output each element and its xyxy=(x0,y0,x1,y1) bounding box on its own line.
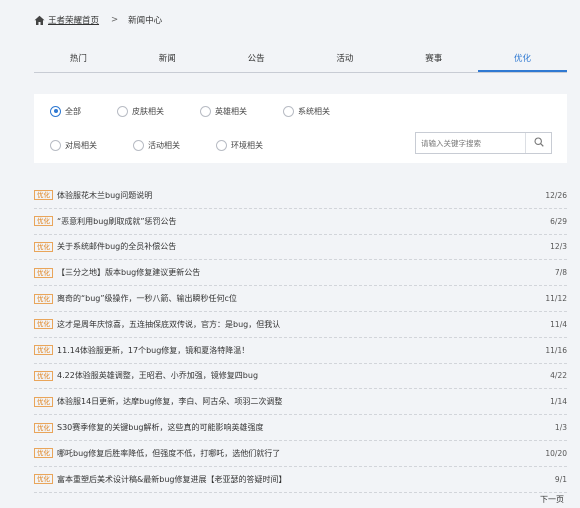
tab-announcement[interactable]: 公告 xyxy=(212,47,301,72)
news-item[interactable]: 优化 体验服花木兰bug问题说明 12/26 xyxy=(34,183,567,209)
filter-system-radio[interactable]: 系统相关 xyxy=(283,104,330,118)
filter-row: 对局相关 活动相关 环境相关 xyxy=(50,138,263,152)
news-item[interactable]: 优化 富本重塑后美术设计稿&最新bug修复进展【老亚瑟的答疑时间】 9/1 xyxy=(34,467,567,493)
radio-circle[interactable] xyxy=(50,105,61,117)
category-badge: 优化 xyxy=(34,370,53,381)
radio-circle[interactable] xyxy=(200,105,211,117)
filter-environment-radio[interactable]: 环境相关 xyxy=(216,138,263,152)
filter-panel: 全部 皮肤相关 英雄相关 系统相关 对局相关 活动相关 环境相关 xyxy=(34,94,567,163)
news-title[interactable]: 离奇的“bug”级操作，一秒八箭、输出瞬秒任何c位 xyxy=(57,293,545,304)
home-icon[interactable] xyxy=(34,15,45,26)
radio-circle[interactable] xyxy=(283,105,294,117)
news-title[interactable]: 11.14体验服更新，17个bug修复，镜和夏洛特降温！ xyxy=(57,345,545,356)
radio-circle[interactable] xyxy=(117,105,128,117)
news-title[interactable]: 【三分之地】版本bug修复建议更新公告 xyxy=(57,267,555,278)
news-item[interactable]: 优化 “恶意利用bug刷取成就”惩罚公告 6/29 xyxy=(34,209,567,235)
filter-skin-radio[interactable]: 皮肤相关 xyxy=(117,104,200,118)
search-button[interactable] xyxy=(525,133,551,153)
news-date: 10/20 xyxy=(545,448,567,458)
category-badge: 优化 xyxy=(34,216,53,227)
radio-label: 活动相关 xyxy=(148,140,180,150)
breadcrumb-current: 新闻中心 xyxy=(128,16,163,26)
category-badge: 优化 xyxy=(34,345,53,356)
tab-events[interactable]: 活动 xyxy=(300,47,389,72)
news-item[interactable]: 优化 关于系统邮件bug的全员补偿公告 12/3 xyxy=(34,235,567,261)
news-title[interactable]: 哪吒bug修复后胜率降低，但强度不低，打哪吒，选他们就行了 xyxy=(57,448,545,459)
news-date: 11/4 xyxy=(550,319,567,329)
news-date: 11/16 xyxy=(545,345,567,355)
category-badge: 优化 xyxy=(34,319,53,330)
news-title[interactable]: S30赛季修复的关键bug解析，这些真的可能影响英雄强度 xyxy=(57,422,555,433)
news-item[interactable]: 优化 体验服14日更新，达摩bug修复，李白、阿古朵、项羽二次调整 1/14 xyxy=(34,389,567,416)
news-date: 12/26 xyxy=(545,190,567,200)
radio-circle[interactable] xyxy=(216,139,227,151)
category-tabs: 热门 新闻 公告 活动 赛事 优化 xyxy=(34,47,567,73)
filter-row: 全部 皮肤相关 英雄相关 系统相关 xyxy=(50,104,330,118)
breadcrumb-separator: > xyxy=(111,15,119,25)
news-item[interactable]: 优化 这才是周年庆惊喜，五连抽保底双传说，官方：是bug，但我认 11/4 xyxy=(34,312,567,338)
radio-label: 环境相关 xyxy=(231,140,263,150)
news-date: 11/12 xyxy=(545,294,567,304)
filter-match-radio[interactable]: 对局相关 xyxy=(50,138,133,152)
category-badge: 优化 xyxy=(34,396,53,407)
tab-hot[interactable]: 热门 xyxy=(34,47,123,72)
news-title[interactable]: 关于系统邮件bug的全员补偿公告 xyxy=(57,241,550,252)
news-item[interactable]: 优化 哪吒bug修复后胜率降低，但强度不低，打哪吒，选他们就行了 10/20 xyxy=(34,441,567,467)
category-badge: 优化 xyxy=(34,474,53,485)
tab-tournament[interactable]: 赛事 xyxy=(389,47,478,72)
radio-label: 英雄相关 xyxy=(215,106,247,116)
category-badge: 优化 xyxy=(34,448,53,459)
news-date: 1/14 xyxy=(550,397,567,407)
news-date: 7/8 xyxy=(554,268,567,278)
category-badge: 优化 xyxy=(34,422,53,433)
search-input[interactable] xyxy=(416,133,526,153)
news-item[interactable]: 优化 4.22体验服英雄调整，王昭君、小乔加强，镜修复四bug 4/22 xyxy=(34,364,567,390)
tab-news[interactable]: 新闻 xyxy=(123,47,212,72)
news-title[interactable]: “恶意利用bug刷取成就”惩罚公告 xyxy=(57,216,550,227)
search-icon[interactable] xyxy=(534,137,544,149)
tab-optimization[interactable]: 优化 xyxy=(478,47,567,72)
news-title[interactable]: 体验服花木兰bug问题说明 xyxy=(57,190,545,201)
search-box xyxy=(415,132,552,154)
radio-circle[interactable] xyxy=(50,139,61,151)
radio-label: 对局相关 xyxy=(65,140,97,150)
news-list: 优化 体验服花木兰bug问题说明 12/26 优化 “恶意利用bug刷取成就”惩… xyxy=(34,183,567,493)
next-page-button[interactable]: 下一页 xyxy=(540,494,564,505)
news-title[interactable]: 富本重塑后美术设计稿&最新bug修复进展【老亚瑟的答疑时间】 xyxy=(57,474,555,485)
category-badge: 优化 xyxy=(34,267,53,278)
news-title[interactable]: 4.22体验服英雄调整，王昭君、小乔加强，镜修复四bug xyxy=(57,370,550,381)
news-item[interactable]: 优化 【三分之地】版本bug修复建议更新公告 7/8 xyxy=(34,260,567,287)
radio-label: 皮肤相关 xyxy=(132,106,164,116)
news-date: 6/29 xyxy=(550,216,567,226)
filter-all-radio[interactable]: 全部 xyxy=(50,104,117,118)
news-date: 4/22 xyxy=(550,371,567,381)
radio-label: 全部 xyxy=(65,106,81,116)
filter-hero-radio[interactable]: 英雄相关 xyxy=(200,104,283,118)
filter-activity-radio[interactable]: 活动相关 xyxy=(133,138,216,152)
category-badge: 优化 xyxy=(34,293,53,304)
news-item[interactable]: 优化 11.14体验服更新，17个bug修复，镜和夏洛特降温！ 11/16 xyxy=(34,338,567,364)
category-badge: 优化 xyxy=(34,241,53,252)
news-title[interactable]: 体验服14日更新，达摩bug修复，李白、阿古朵、项羽二次调整 xyxy=(57,396,550,407)
news-date: 12/3 xyxy=(550,242,567,252)
news-date: 1/3 xyxy=(554,423,567,433)
category-badge: 优化 xyxy=(34,190,53,201)
breadcrumb: 王者荣耀首页 > 新闻中心 xyxy=(34,13,162,27)
news-item[interactable]: 优化 离奇的“bug”级操作，一秒八箭、输出瞬秒任何c位 11/12 xyxy=(34,286,567,312)
news-date: 9/1 xyxy=(554,474,567,484)
radio-label: 系统相关 xyxy=(298,106,330,116)
news-item[interactable]: 优化 S30赛季修复的关键bug解析，这些真的可能影响英雄强度 1/3 xyxy=(34,415,567,441)
news-title[interactable]: 这才是周年庆惊喜，五连抽保底双传说，官方：是bug，但我认 xyxy=(57,319,550,330)
home-link[interactable]: 王者荣耀首页 xyxy=(48,14,99,26)
radio-circle[interactable] xyxy=(133,139,144,151)
